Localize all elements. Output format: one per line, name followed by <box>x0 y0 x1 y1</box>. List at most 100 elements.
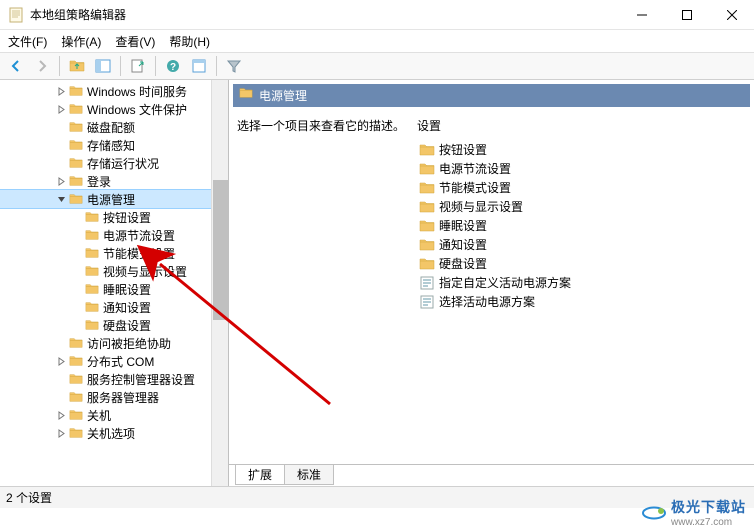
expand-icon[interactable] <box>54 429 68 438</box>
tree-item[interactable]: 服务器管理器 <box>0 388 228 406</box>
export-button[interactable] <box>126 55 150 77</box>
tree-item[interactable]: 硬盘设置 <box>0 316 228 334</box>
watermark-logo-icon <box>641 503 667 523</box>
folder-icon <box>84 246 100 260</box>
folder-icon <box>84 282 100 296</box>
maximize-button[interactable] <box>664 0 709 29</box>
tree-item[interactable]: 存储运行状况 <box>0 154 228 172</box>
folder-icon <box>68 192 84 206</box>
list-item[interactable]: 选择活动电源方案 <box>417 292 746 311</box>
expand-icon[interactable] <box>54 411 68 420</box>
tree-item-label: 服务控制管理器设置 <box>87 371 195 388</box>
tree-item[interactable]: 电源节流设置 <box>0 226 228 244</box>
close-button[interactable] <box>709 0 754 29</box>
tree-item-label: 硬盘设置 <box>103 317 151 334</box>
toolbar-sep <box>216 56 217 76</box>
tree-item[interactable]: 节能模式设置 <box>0 244 228 262</box>
expand-icon[interactable] <box>54 357 68 366</box>
expand-icon[interactable] <box>54 87 68 96</box>
tree-item[interactable]: 分布式 COM <box>0 352 228 370</box>
up-button[interactable] <box>65 55 89 77</box>
tree-scroll-thumb[interactable] <box>213 180 228 320</box>
list-item-label: 节能模式设置 <box>439 179 511 196</box>
folder-icon <box>419 199 435 215</box>
setting-icon <box>419 275 435 291</box>
menu-file[interactable]: 文件(F) <box>8 33 47 50</box>
tree-item[interactable]: Windows 文件保护 <box>0 100 228 118</box>
folder-icon <box>419 237 435 253</box>
tree-item[interactable]: 登录 <box>0 172 228 190</box>
tree[interactable]: Windows 时间服务Windows 文件保护磁盘配额存储感知存储运行状况登录… <box>0 80 228 442</box>
list-item-label: 选择活动电源方案 <box>439 293 535 310</box>
list-item[interactable]: 通知设置 <box>417 235 746 254</box>
watermark: 极光下载站 www.xz7.com <box>641 497 746 528</box>
detail-pane: 电源管理 选择一个项目来查看它的描述。 设置 按钮设置电源节流设置节能模式设置视… <box>229 80 754 486</box>
list-item[interactable]: 指定自定义活动电源方案 <box>417 273 746 292</box>
forward-button[interactable] <box>30 55 54 77</box>
tree-item-label: 磁盘配额 <box>87 119 135 136</box>
tree-item-label: 视频与显示设置 <box>103 263 187 280</box>
tree-item[interactable]: 关机 <box>0 406 228 424</box>
folder-icon <box>419 180 435 196</box>
tree-item[interactable]: 访问被拒绝协助 <box>0 334 228 352</box>
tree-item[interactable]: 视频与显示设置 <box>0 262 228 280</box>
tree-item-label: Windows 文件保护 <box>87 101 187 118</box>
list-item[interactable]: 电源节流设置 <box>417 159 746 178</box>
detail-header: 电源管理 <box>233 84 750 107</box>
show-hide-tree-button[interactable] <box>91 55 115 77</box>
list-item[interactable]: 视频与显示设置 <box>417 197 746 216</box>
window-controls <box>619 0 754 29</box>
menu-action[interactable]: 操作(A) <box>61 33 101 50</box>
tree-item-label: 关机 <box>87 407 111 424</box>
tree-item[interactable]: 服务控制管理器设置 <box>0 370 228 388</box>
collapse-icon[interactable] <box>54 195 68 204</box>
properties-button[interactable] <box>187 55 211 77</box>
tree-item-label: 按钮设置 <box>103 209 151 226</box>
app-icon <box>8 7 24 23</box>
window-title: 本地组策略编辑器 <box>30 6 619 23</box>
tree-item[interactable]: 关机选项 <box>0 424 228 442</box>
expand-icon[interactable] <box>54 105 68 114</box>
detail-tabs: 扩展 标准 <box>229 464 754 486</box>
back-button[interactable] <box>4 55 28 77</box>
menu-help[interactable]: 帮助(H) <box>169 33 210 50</box>
tree-item-label: Windows 时间服务 <box>87 83 187 100</box>
tree-item[interactable]: 通知设置 <box>0 298 228 316</box>
list-item[interactable]: 按钮设置 <box>417 140 746 159</box>
list-item[interactable]: 硬盘设置 <box>417 254 746 273</box>
folder-icon <box>84 318 100 332</box>
tree-item[interactable]: 电源管理 <box>0 190 228 208</box>
folder-icon <box>419 161 435 177</box>
toolbar-sep <box>155 56 156 76</box>
tree-scrollbar[interactable] <box>211 80 228 486</box>
tree-pane: Windows 时间服务Windows 文件保护磁盘配额存储感知存储运行状况登录… <box>0 80 229 486</box>
tree-item[interactable]: Windows 时间服务 <box>0 82 228 100</box>
minimize-button[interactable] <box>619 0 664 29</box>
tree-item-label: 电源管理 <box>87 191 135 208</box>
help-button[interactable]: ? <box>161 55 185 77</box>
tab-standard[interactable]: 标准 <box>284 465 334 485</box>
tree-item[interactable]: 睡眠设置 <box>0 280 228 298</box>
tree-item-label: 通知设置 <box>103 299 151 316</box>
watermark-brand: 极光下载站 <box>671 497 746 517</box>
tree-item[interactable]: 存储感知 <box>0 136 228 154</box>
tree-item-label: 存储感知 <box>87 137 135 154</box>
tree-item-label: 关机选项 <box>87 425 135 442</box>
content-area: Windows 时间服务Windows 文件保护磁盘配额存储感知存储运行状况登录… <box>0 80 754 486</box>
folder-icon <box>68 426 84 440</box>
expand-icon[interactable] <box>54 177 68 186</box>
tree-item-label: 电源节流设置 <box>103 227 175 244</box>
tree-item-label: 存储运行状况 <box>87 155 159 172</box>
filter-button[interactable] <box>222 55 246 77</box>
folder-icon <box>84 210 100 224</box>
watermark-url: www.xz7.com <box>671 517 746 528</box>
list-item[interactable]: 睡眠设置 <box>417 216 746 235</box>
setting-icon <box>419 294 435 310</box>
list-item[interactable]: 节能模式设置 <box>417 178 746 197</box>
column-header-setting[interactable]: 设置 <box>417 117 746 134</box>
list-item-label: 硬盘设置 <box>439 255 487 272</box>
tree-item[interactable]: 磁盘配额 <box>0 118 228 136</box>
tree-item[interactable]: 按钮设置 <box>0 208 228 226</box>
tab-extended[interactable]: 扩展 <box>235 465 285 485</box>
menu-view[interactable]: 查看(V) <box>115 33 155 50</box>
